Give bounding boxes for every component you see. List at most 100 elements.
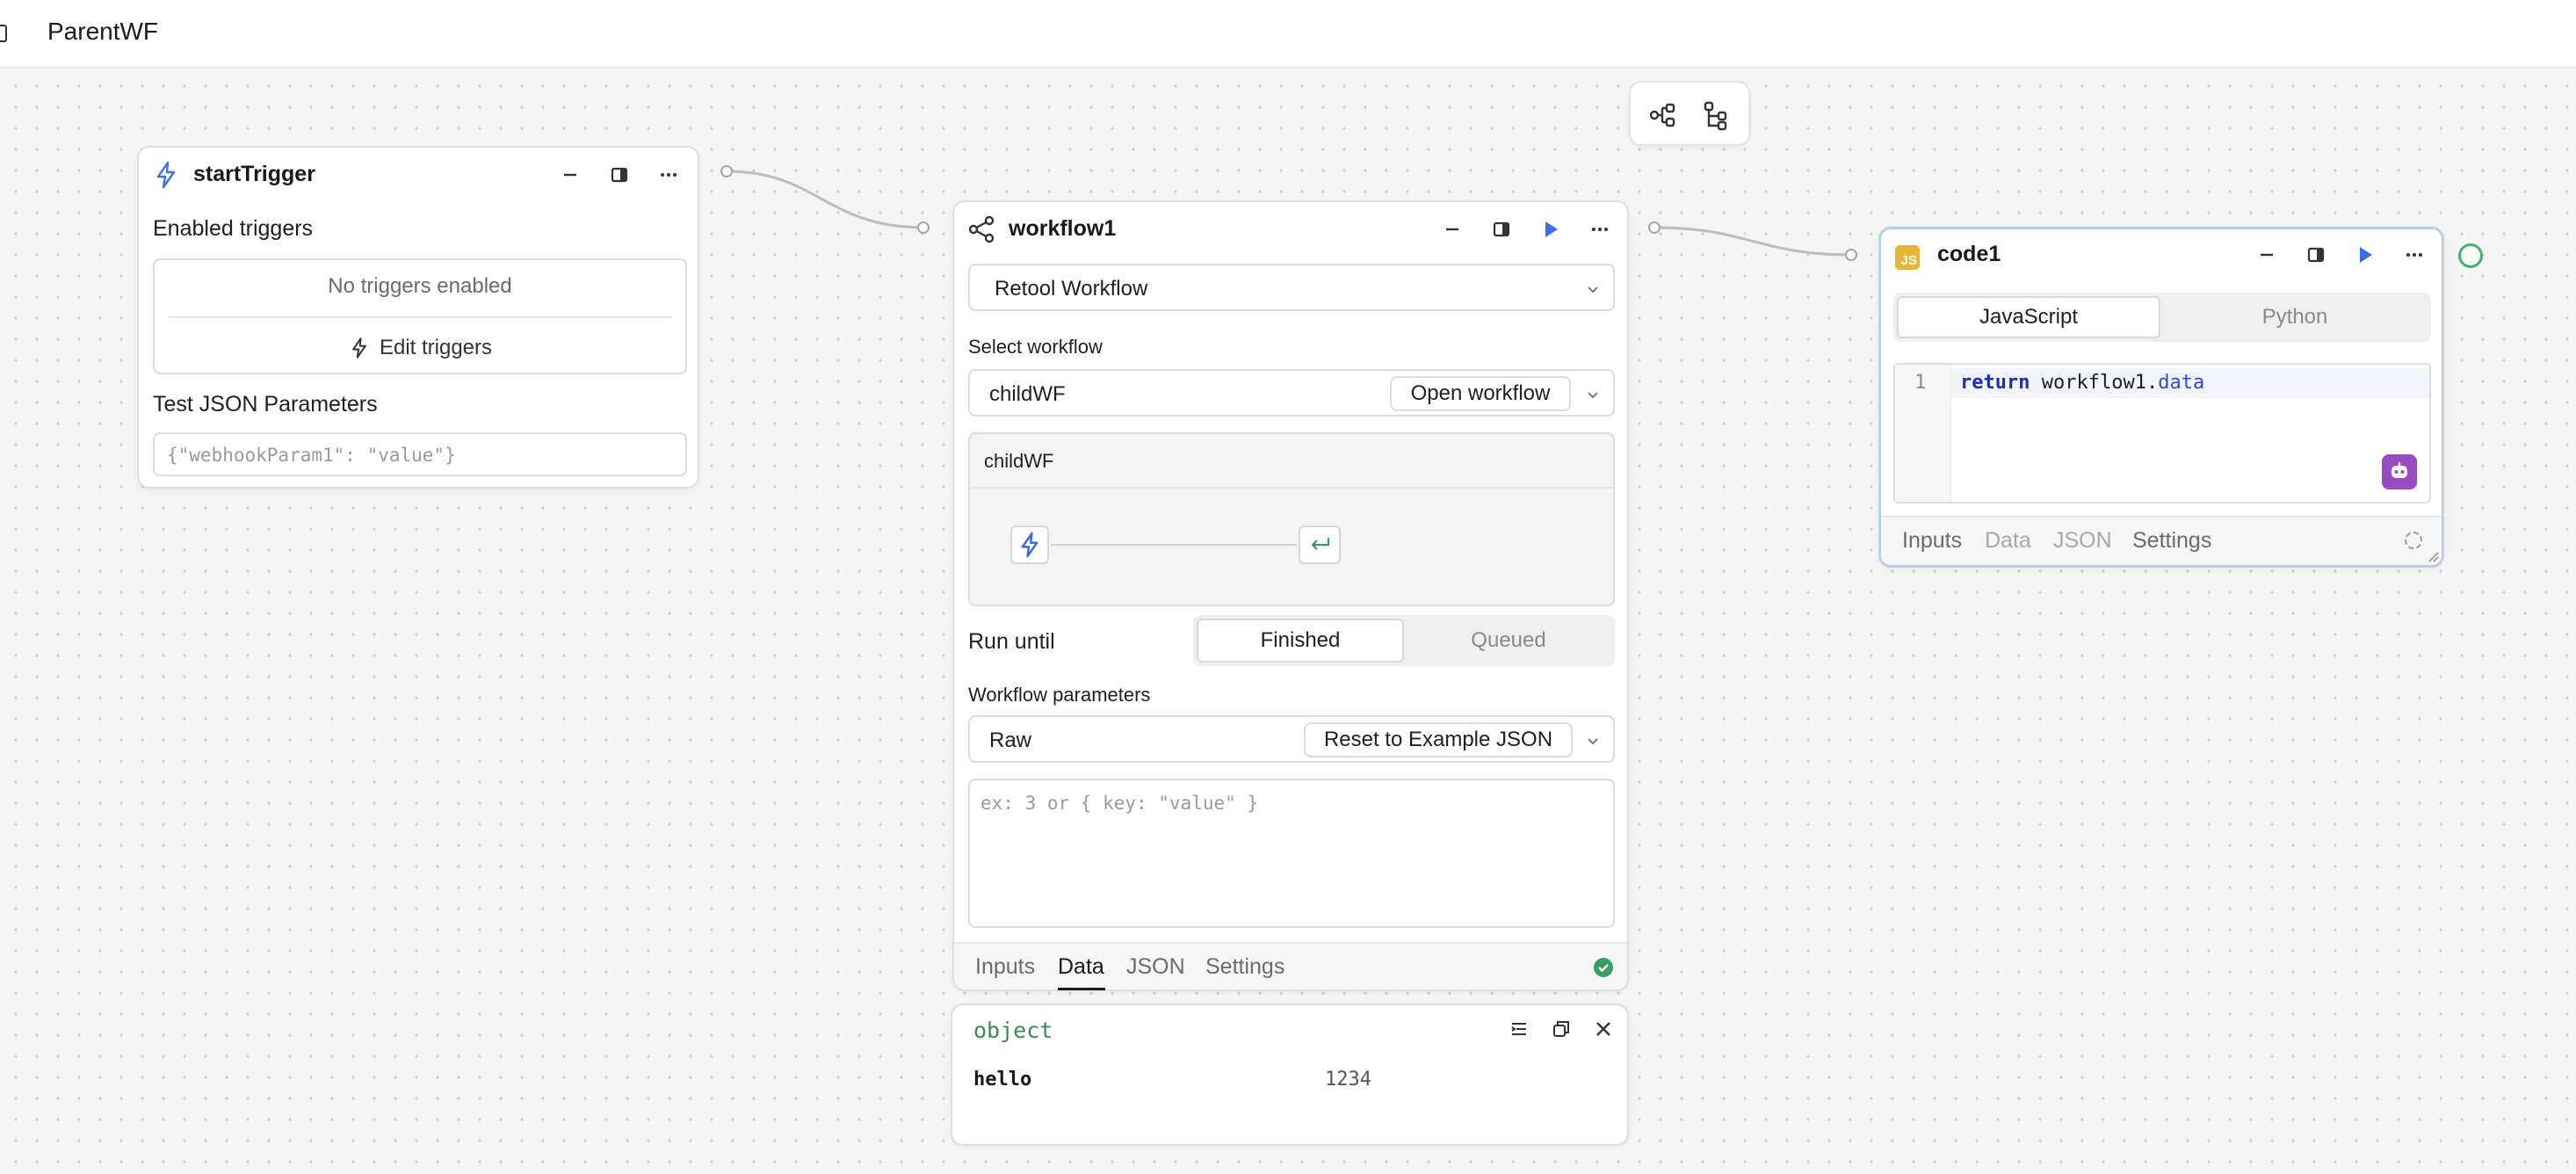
enabled-triggers-label: Enabled triggers: [153, 216, 314, 241]
bolt-icon: [151, 160, 181, 190]
block-header: startTrigger: [139, 148, 698, 202]
code-object: workflow1: [2041, 372, 2146, 394]
code-property: data: [2158, 372, 2205, 394]
minimize-icon[interactable]: [557, 162, 583, 188]
block-footer-tabs: Inputs Data JSON Settings: [1881, 516, 2442, 565]
reset-example-json-button[interactable]: Reset to Example JSON: [1304, 722, 1573, 757]
code-editor[interactable]: 1 return workflow1.data: [1893, 363, 2431, 504]
run-until-label: Run until: [968, 629, 1055, 654]
tab-settings[interactable]: Settings: [2132, 528, 2211, 554]
block-header: workflow1: [954, 202, 1627, 257]
start-trigger-block[interactable]: startTrigger Enabled triggers No trigger…: [137, 146, 699, 489]
tab-data[interactable]: Data: [1058, 954, 1104, 980]
tab-json[interactable]: JSON: [1126, 954, 1185, 980]
return-icon: [1311, 538, 1330, 550]
code-line: return workflow1.data: [1960, 372, 2204, 394]
tab-inputs[interactable]: Inputs: [975, 954, 1035, 980]
test-json-label: Test JSON Parameters: [153, 392, 378, 417]
bolt-icon: [1021, 532, 1038, 558]
chevron-down-icon: [1588, 392, 1598, 399]
code-keyword: return: [1960, 372, 2030, 394]
input-port[interactable]: [1845, 249, 1857, 261]
open-workflow-button[interactable]: Open workflow: [1390, 376, 1571, 411]
input-port[interactable]: [917, 221, 930, 234]
preview-response-node: [1299, 525, 1341, 564]
params-mode-value: Raw: [989, 728, 1032, 752]
code-dot: .: [2145, 372, 2159, 394]
params-editor[interactable]: ex: 3 or { key: "value" }: [968, 779, 1615, 928]
minimize-icon[interactable]: [1439, 216, 1465, 243]
workflow-preview: childWF: [968, 432, 1615, 606]
output-port[interactable]: [1648, 221, 1661, 234]
divider: [169, 316, 671, 318]
output-key: hello: [973, 1069, 1032, 1091]
run-icon[interactable]: [1538, 216, 1564, 243]
params-placeholder: ex: 3 or { key: "value" }: [980, 793, 1259, 814]
preview-trigger-node: [1010, 525, 1049, 564]
copy-icon[interactable]: [1548, 1016, 1574, 1042]
page-title: ParentWF: [47, 18, 159, 45]
resource-select-value: Retool Workflow: [995, 277, 1148, 301]
auto-layout-icon[interactable]: [1646, 98, 1680, 132]
bolt-icon: [352, 337, 366, 359]
resize-handle-icon[interactable]: [2426, 549, 2440, 563]
language-python[interactable]: Python: [2162, 296, 2428, 338]
close-icon[interactable]: [1590, 1016, 1617, 1042]
tab-data[interactable]: Data: [1985, 528, 2031, 554]
share-workflow-icon: [966, 214, 996, 244]
workflow-select[interactable]: childWF Open workflow: [968, 369, 1615, 417]
edit-triggers-button[interactable]: Edit triggers: [155, 330, 685, 366]
language-toggle: JavaScript Python: [1893, 293, 2431, 342]
minimize-icon[interactable]: [2254, 242, 2280, 268]
more-options-icon[interactable]: [655, 162, 682, 188]
run-until-queued[interactable]: Queued: [1406, 619, 1611, 663]
javascript-icon: JS: [1895, 245, 1920, 270]
select-workflow-label: Select workflow: [968, 336, 1103, 358]
run-until-finished[interactable]: Finished: [1197, 619, 1404, 663]
workflow-select-value: childWF: [989, 382, 1066, 406]
triggers-panel: No triggers enabled Edit triggers: [153, 258, 687, 374]
workflow-parameters-label: Workflow parameters: [968, 684, 1151, 706]
test-json-input[interactable]: {"webhookParam1": "value"}: [153, 432, 687, 476]
expand-all-icon[interactable]: [1506, 1016, 1532, 1042]
output-value: 1234: [1325, 1069, 1371, 1091]
block-title: workflow1: [1009, 216, 1117, 241]
active-tab-indicator: [1058, 988, 1105, 990]
language-javascript[interactable]: JavaScript: [1897, 296, 2160, 338]
chevron-down-icon: [1588, 738, 1598, 745]
run-until-toggle: Finished Queued: [1193, 615, 1615, 666]
divider: [970, 487, 1613, 489]
block-title: startTrigger: [193, 162, 315, 186]
end-port[interactable]: [2458, 243, 2483, 268]
block-title: code1: [1937, 242, 2001, 266]
tab-json[interactable]: JSON: [2053, 528, 2112, 554]
output-panel: object hello 1234: [951, 1004, 1629, 1146]
edit-triggers-label: Edit triggers: [379, 336, 493, 359]
split-panel-icon[interactable]: [2303, 242, 2329, 268]
layout-toolbar: [1629, 81, 1750, 146]
tree-view-icon[interactable]: [1699, 98, 1733, 132]
split-panel-icon[interactable]: [1488, 216, 1515, 243]
params-mode-select[interactable]: Raw Reset to Example JSON: [968, 715, 1615, 763]
split-panel-icon[interactable]: [606, 162, 633, 188]
test-json-placeholder: {"webhookParam1": "value"}: [167, 445, 456, 466]
run-icon[interactable]: [2352, 242, 2378, 268]
resource-select[interactable]: Retool Workflow: [968, 264, 1615, 311]
tab-settings[interactable]: Settings: [1205, 954, 1284, 980]
line-number: 1: [1914, 372, 1927, 394]
sidebar-toggle-icon[interactable]: [0, 25, 7, 42]
no-triggers-text: No triggers enabled: [328, 274, 512, 298]
block-footer-tabs: Inputs Data JSON Settings: [954, 942, 1627, 990]
block-header: JS code1: [1881, 229, 2442, 284]
pending-status-icon: [2405, 532, 2422, 549]
code1-block[interactable]: JS code1 JavaScript Python 1 return work…: [1878, 227, 2444, 568]
tab-inputs[interactable]: Inputs: [1902, 528, 1962, 554]
more-options-icon[interactable]: [2401, 242, 2428, 268]
output-port[interactable]: [720, 165, 733, 178]
preview-title: childWF: [984, 450, 1054, 472]
output-type-label: object: [973, 1018, 1053, 1043]
more-options-icon[interactable]: [1587, 216, 1613, 243]
ai-assist-icon[interactable]: [2382, 454, 2417, 489]
success-status-icon: [1594, 958, 1613, 977]
workflow1-block[interactable]: workflow1 Retool Workflow Select workflo…: [952, 200, 1629, 991]
